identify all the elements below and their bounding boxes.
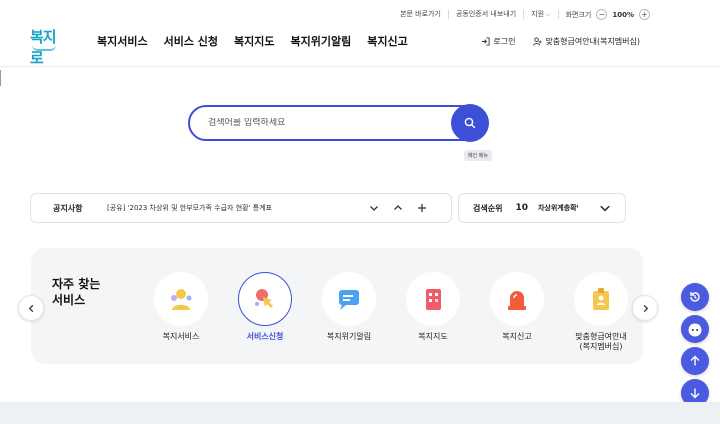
search-rank-bar: 검색순위 10 차상위계층확인서 — [458, 193, 626, 223]
service-item-membership[interactable]: 맞춤형급여안내 (복지멤버십) — [561, 272, 641, 352]
membership-link[interactable]: 맞춤형급여안내(복지멤버십) — [533, 36, 640, 47]
nav-welfare-service[interactable]: 복지서비스 — [97, 33, 148, 49]
building-icon — [406, 272, 460, 326]
search-icon — [464, 117, 476, 129]
zoom-label: 화면크기 — [565, 10, 592, 19]
notice-controls — [369, 203, 427, 213]
frequent-services-title: 자주 찾는 서비스 — [52, 277, 101, 307]
cert-export-link[interactable]: 공동인증서 내보내기 — [449, 10, 525, 19]
service-label: 서비스신청 — [246, 332, 284, 341]
skip-to-content-link[interactable]: 본문 바로가기 — [393, 10, 449, 19]
chevron-down-icon[interactable] — [369, 203, 379, 213]
rank-label: 검색순위 — [473, 203, 503, 213]
arrow-up-icon — [690, 355, 700, 366]
notice-label: 공지사항 — [53, 203, 83, 213]
chevron-left-icon — [28, 304, 33, 312]
search-input[interactable] — [190, 118, 440, 128]
header-links: 로그인 맞춤형급여안내(복지멤버십) — [481, 36, 640, 47]
login-icon — [482, 37, 490, 46]
nav-welfare-report[interactable]: 복지신고 — [367, 33, 407, 49]
region-label: 지원 — [531, 10, 545, 18]
service-label: 복지서비스 — [162, 332, 200, 341]
rank-keyword[interactable]: 차상위계층확인서 — [538, 203, 578, 213]
service-item-crisis-alert[interactable]: 복지위기알림 — [309, 272, 389, 342]
header-divider — [0, 66, 720, 67]
service-label: 맞춤형급여안내 (복지멤버십) — [575, 332, 627, 351]
membership-label: 맞춤형급여안내(복지멤버십) — [545, 37, 640, 46]
zoom-control: 화면크기 − 100% + — [559, 9, 650, 20]
search-box — [188, 104, 489, 142]
chevron-up-icon[interactable] — [393, 203, 403, 213]
scroll-top-button[interactable] — [681, 347, 709, 375]
edge-marker — [0, 70, 2, 86]
user-icon — [533, 37, 542, 46]
region-select[interactable]: 지원 ⌵ — [524, 10, 559, 19]
service-item-apply[interactable]: 서비스신청 — [225, 272, 305, 342]
service-label: 복지신고 — [502, 332, 532, 341]
nav-welfare-map[interactable]: 복지지도 — [234, 33, 274, 49]
service-item-report[interactable]: 복지신고 — [477, 272, 557, 342]
history-button[interactable] — [681, 283, 709, 311]
history-icon — [690, 292, 700, 302]
main-nav: 복지서비스 서비스 신청 복지지도 복지위기알림 복지신고 — [97, 33, 408, 49]
siren-icon — [490, 272, 544, 326]
page: 본문 바로가기 공동인증서 내보내기 지원 ⌵ 화면크기 − 100% + 복지로… — [0, 0, 720, 424]
people-icon — [154, 272, 208, 326]
chevron-down-icon: ⌵ — [546, 11, 551, 18]
hand-click-icon — [238, 272, 292, 326]
nav-crisis-alert[interactable]: 복지위기알림 — [291, 33, 352, 49]
service-item-welfare[interactable]: 복지서비스 — [141, 272, 221, 342]
utility-bar: 본문 바로가기 공동인증서 내보내기 지원 ⌵ 화면크기 − 100% + — [393, 9, 650, 20]
chatbot-button[interactable] — [681, 315, 709, 343]
arrow-down-icon — [690, 388, 700, 399]
chatbot-icon — [688, 323, 702, 337]
carousel-prev-button[interactable] — [18, 295, 44, 321]
chat-bubble-icon — [322, 272, 376, 326]
login-link[interactable]: 로그인 — [481, 36, 515, 47]
search-button[interactable] — [451, 104, 489, 142]
service-label: 복지위기알림 — [326, 332, 372, 341]
frequent-services-panel: 자주 찾는 서비스 복지서비스 서비스신청 복지위기알림 복지지도 복지신고 맞… — [31, 248, 643, 364]
zoom-out-button[interactable]: − — [596, 9, 608, 20]
logo-smile-icon — [32, 45, 56, 51]
tooltip: 메인 메뉴 — [464, 150, 492, 161]
notice-bar: 공지사항 [공유] '2023 차상위 및 한부모가족 수급자 현황' 통계표 — [30, 193, 452, 223]
nav-service-apply[interactable]: 서비스 신청 — [164, 33, 218, 49]
id-card-icon — [574, 272, 628, 326]
footer-band — [0, 402, 720, 424]
logo[interactable]: 복지로 — [30, 26, 64, 67]
plus-icon[interactable] — [417, 203, 427, 213]
zoom-in-button[interactable]: + — [639, 9, 650, 20]
carousel-next-button[interactable] — [632, 295, 658, 321]
login-label: 로그인 — [493, 37, 516, 46]
notice-text[interactable]: [공유] '2023 차상위 및 한부모가족 수급자 현황' 통계표 — [107, 203, 369, 213]
zoom-value: 100% — [612, 10, 634, 19]
rank-number: 10 — [515, 203, 528, 213]
service-item-map[interactable]: 복지지도 — [393, 272, 473, 342]
chevron-down-icon[interactable] — [599, 202, 611, 214]
chevron-right-icon — [643, 304, 648, 312]
service-label: 복지지도 — [418, 332, 448, 341]
